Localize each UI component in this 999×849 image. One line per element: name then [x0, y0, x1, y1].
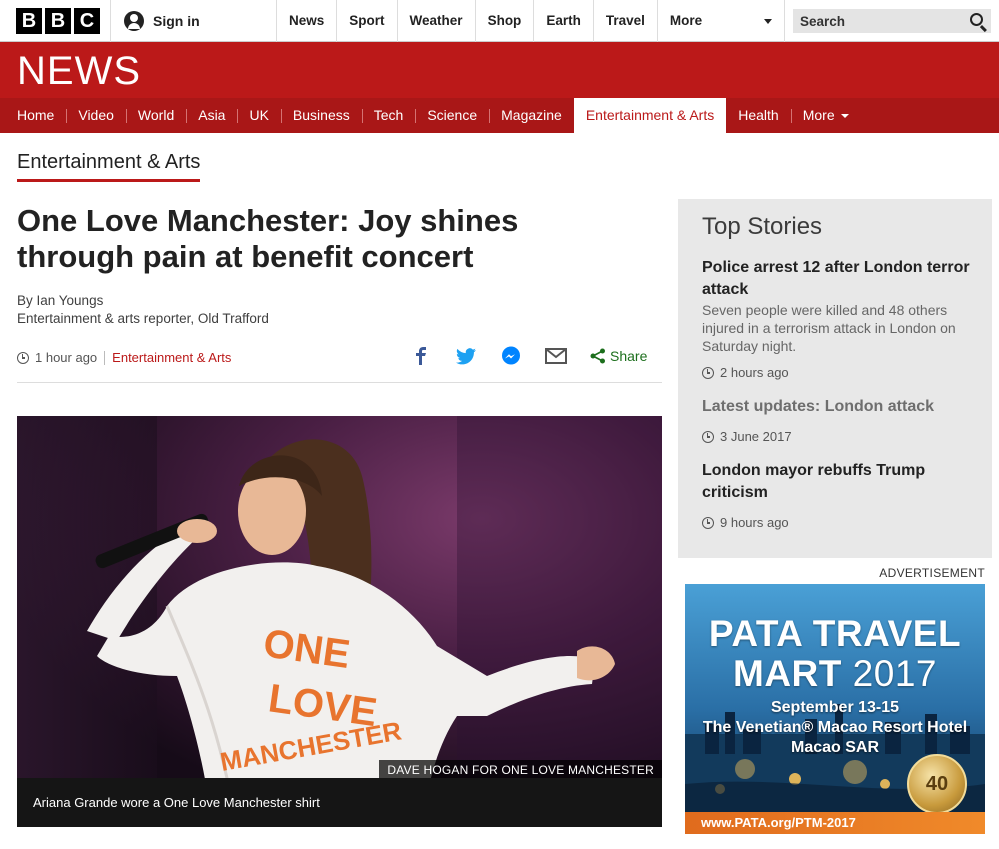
user-icon: [124, 11, 144, 31]
image-caption: Ariana Grande wore a One Love Manchester…: [17, 778, 662, 827]
nav-video[interactable]: Video: [66, 98, 126, 133]
sign-in-label: Sign in: [153, 13, 200, 29]
share-label: Share: [610, 348, 648, 364]
top-stories-title: Top Stories: [702, 213, 823, 240]
nav-uk[interactable]: UK: [237, 98, 280, 133]
image-credit: DAVE HOGAN FOR ONE LOVE MANCHESTER: [379, 760, 662, 780]
clock-icon: [702, 516, 714, 529]
ad-details: September 13-15 The Venetian® Macao Reso…: [685, 698, 985, 758]
nav-world[interactable]: World: [125, 98, 186, 133]
share-icon: [590, 348, 605, 364]
byline-role: Entertainment & arts reporter, Old Traff…: [17, 311, 269, 326]
ad-title-line1: PATA TRAVEL: [708, 613, 962, 654]
nav-more-label: More: [802, 107, 835, 123]
logo-letter-c: C: [74, 8, 100, 34]
nav-science[interactable]: Science: [415, 98, 489, 133]
global-nav-earth[interactable]: Earth: [533, 0, 593, 42]
divider: [110, 0, 111, 42]
ad-url[interactable]: www.PATA.org/PTM-2017: [685, 812, 985, 834]
global-header: B B C Sign in News Sport Weather Shop Ea…: [0, 0, 999, 42]
messenger-icon[interactable]: [500, 345, 522, 367]
advertisement-label: ADVERTISEMENT: [879, 566, 985, 580]
search-input[interactable]: [793, 9, 953, 33]
story-link-1[interactable]: Police arrest 12 after London terror att…: [702, 257, 972, 301]
ad-venue: The Venetian® Macao Resort Hotel: [702, 719, 968, 736]
global-nav-travel[interactable]: Travel: [592, 0, 657, 42]
article-hero-image[interactable]: ONE LOVE MANCHESTER DAVE HOGAN FOR ONE L…: [17, 416, 662, 827]
global-nav-weather[interactable]: Weather: [396, 0, 475, 42]
share-button[interactable]: Share: [590, 348, 647, 364]
search-box: [793, 9, 991, 33]
clock-icon: [702, 366, 714, 379]
story-summary-1: Seven people were killed and 48 others i…: [702, 302, 956, 354]
article-category-link[interactable]: Entertainment & Arts: [112, 350, 231, 365]
nav-tech[interactable]: Tech: [361, 98, 416, 133]
story-time-3: 9 hours ago: [702, 515, 789, 530]
section-title[interactable]: Entertainment & Arts: [17, 151, 201, 182]
chevron-down-icon: [763, 19, 772, 24]
nav-business[interactable]: Business: [280, 98, 362, 133]
story-link-3[interactable]: London mayor rebuffs Trump criticism: [702, 460, 972, 504]
divider: [104, 350, 106, 365]
global-nav-sport[interactable]: Sport: [336, 0, 396, 42]
story-time-3-label: 9 hours ago: [720, 515, 789, 530]
logo-letter-b2: B: [45, 8, 71, 34]
global-nav-news[interactable]: News: [276, 0, 336, 42]
story-time-2: 3 June 2017: [702, 429, 792, 444]
article-timestamp: 1 hour ago: [35, 350, 98, 365]
article-meta: 1 hour ago Entertainment & Arts: [17, 350, 231, 365]
news-section-nav: Home Video World Asia UK Business Tech S…: [0, 98, 999, 133]
nav-home[interactable]: Home: [0, 98, 66, 133]
badge-number: 40: [925, 772, 949, 795]
ad-title-year: 2017: [852, 653, 937, 694]
news-logo[interactable]: NEWS: [17, 49, 141, 94]
anniversary-badge-icon: 40: [907, 754, 967, 814]
divider: [17, 382, 662, 383]
bbc-logo[interactable]: B B C: [16, 8, 100, 34]
global-nav-more[interactable]: More: [656, 0, 785, 42]
ad-title-line2: MART 2017: [685, 654, 985, 694]
ad-date: September 13-15: [770, 699, 900, 716]
advertisement-banner[interactable]: PATA TRAVEL MART 2017 September 13-15 Th…: [685, 584, 985, 834]
nav-magazine[interactable]: Magazine: [489, 98, 574, 133]
story-link-2[interactable]: Latest updates: London attack: [702, 396, 972, 418]
share-tools: Share: [410, 345, 647, 367]
global-nav: News Sport Weather Shop Earth Travel Mor…: [276, 0, 785, 42]
story-time-1: 2 hours ago: [702, 365, 789, 380]
clock-icon: [702, 430, 714, 443]
search-icon[interactable]: [970, 13, 983, 26]
ad-title-mart: MART: [733, 653, 842, 694]
email-icon[interactable]: [545, 345, 567, 367]
news-masthead: NEWS: [0, 42, 999, 98]
clock-icon: [17, 351, 29, 364]
twitter-icon[interactable]: [455, 345, 477, 367]
top-stories-panel: Top Stories Police arrest 12 after Londo…: [678, 199, 992, 558]
nav-more[interactable]: More: [790, 98, 861, 133]
story-time-1-label: 2 hours ago: [720, 365, 789, 380]
chevron-down-icon: [840, 114, 849, 119]
facebook-icon[interactable]: [410, 345, 432, 367]
global-nav-shop[interactable]: Shop: [474, 0, 534, 42]
story-time-2-label: 3 June 2017: [720, 429, 792, 444]
article-headline: One Love Manchester: Joy shines through …: [17, 203, 519, 274]
logo-letter-b1: B: [16, 8, 42, 34]
sign-in-link[interactable]: Sign in: [124, 11, 200, 31]
ad-title: PATA TRAVEL MART 2017: [685, 614, 985, 694]
more-label: More: [669, 13, 703, 28]
nav-asia[interactable]: Asia: [186, 98, 237, 133]
nav-health[interactable]: Health: [726, 98, 790, 133]
byline-author: By Ian Youngs: [17, 293, 104, 308]
nav-entertainment-arts[interactable]: Entertainment & Arts: [573, 98, 727, 133]
